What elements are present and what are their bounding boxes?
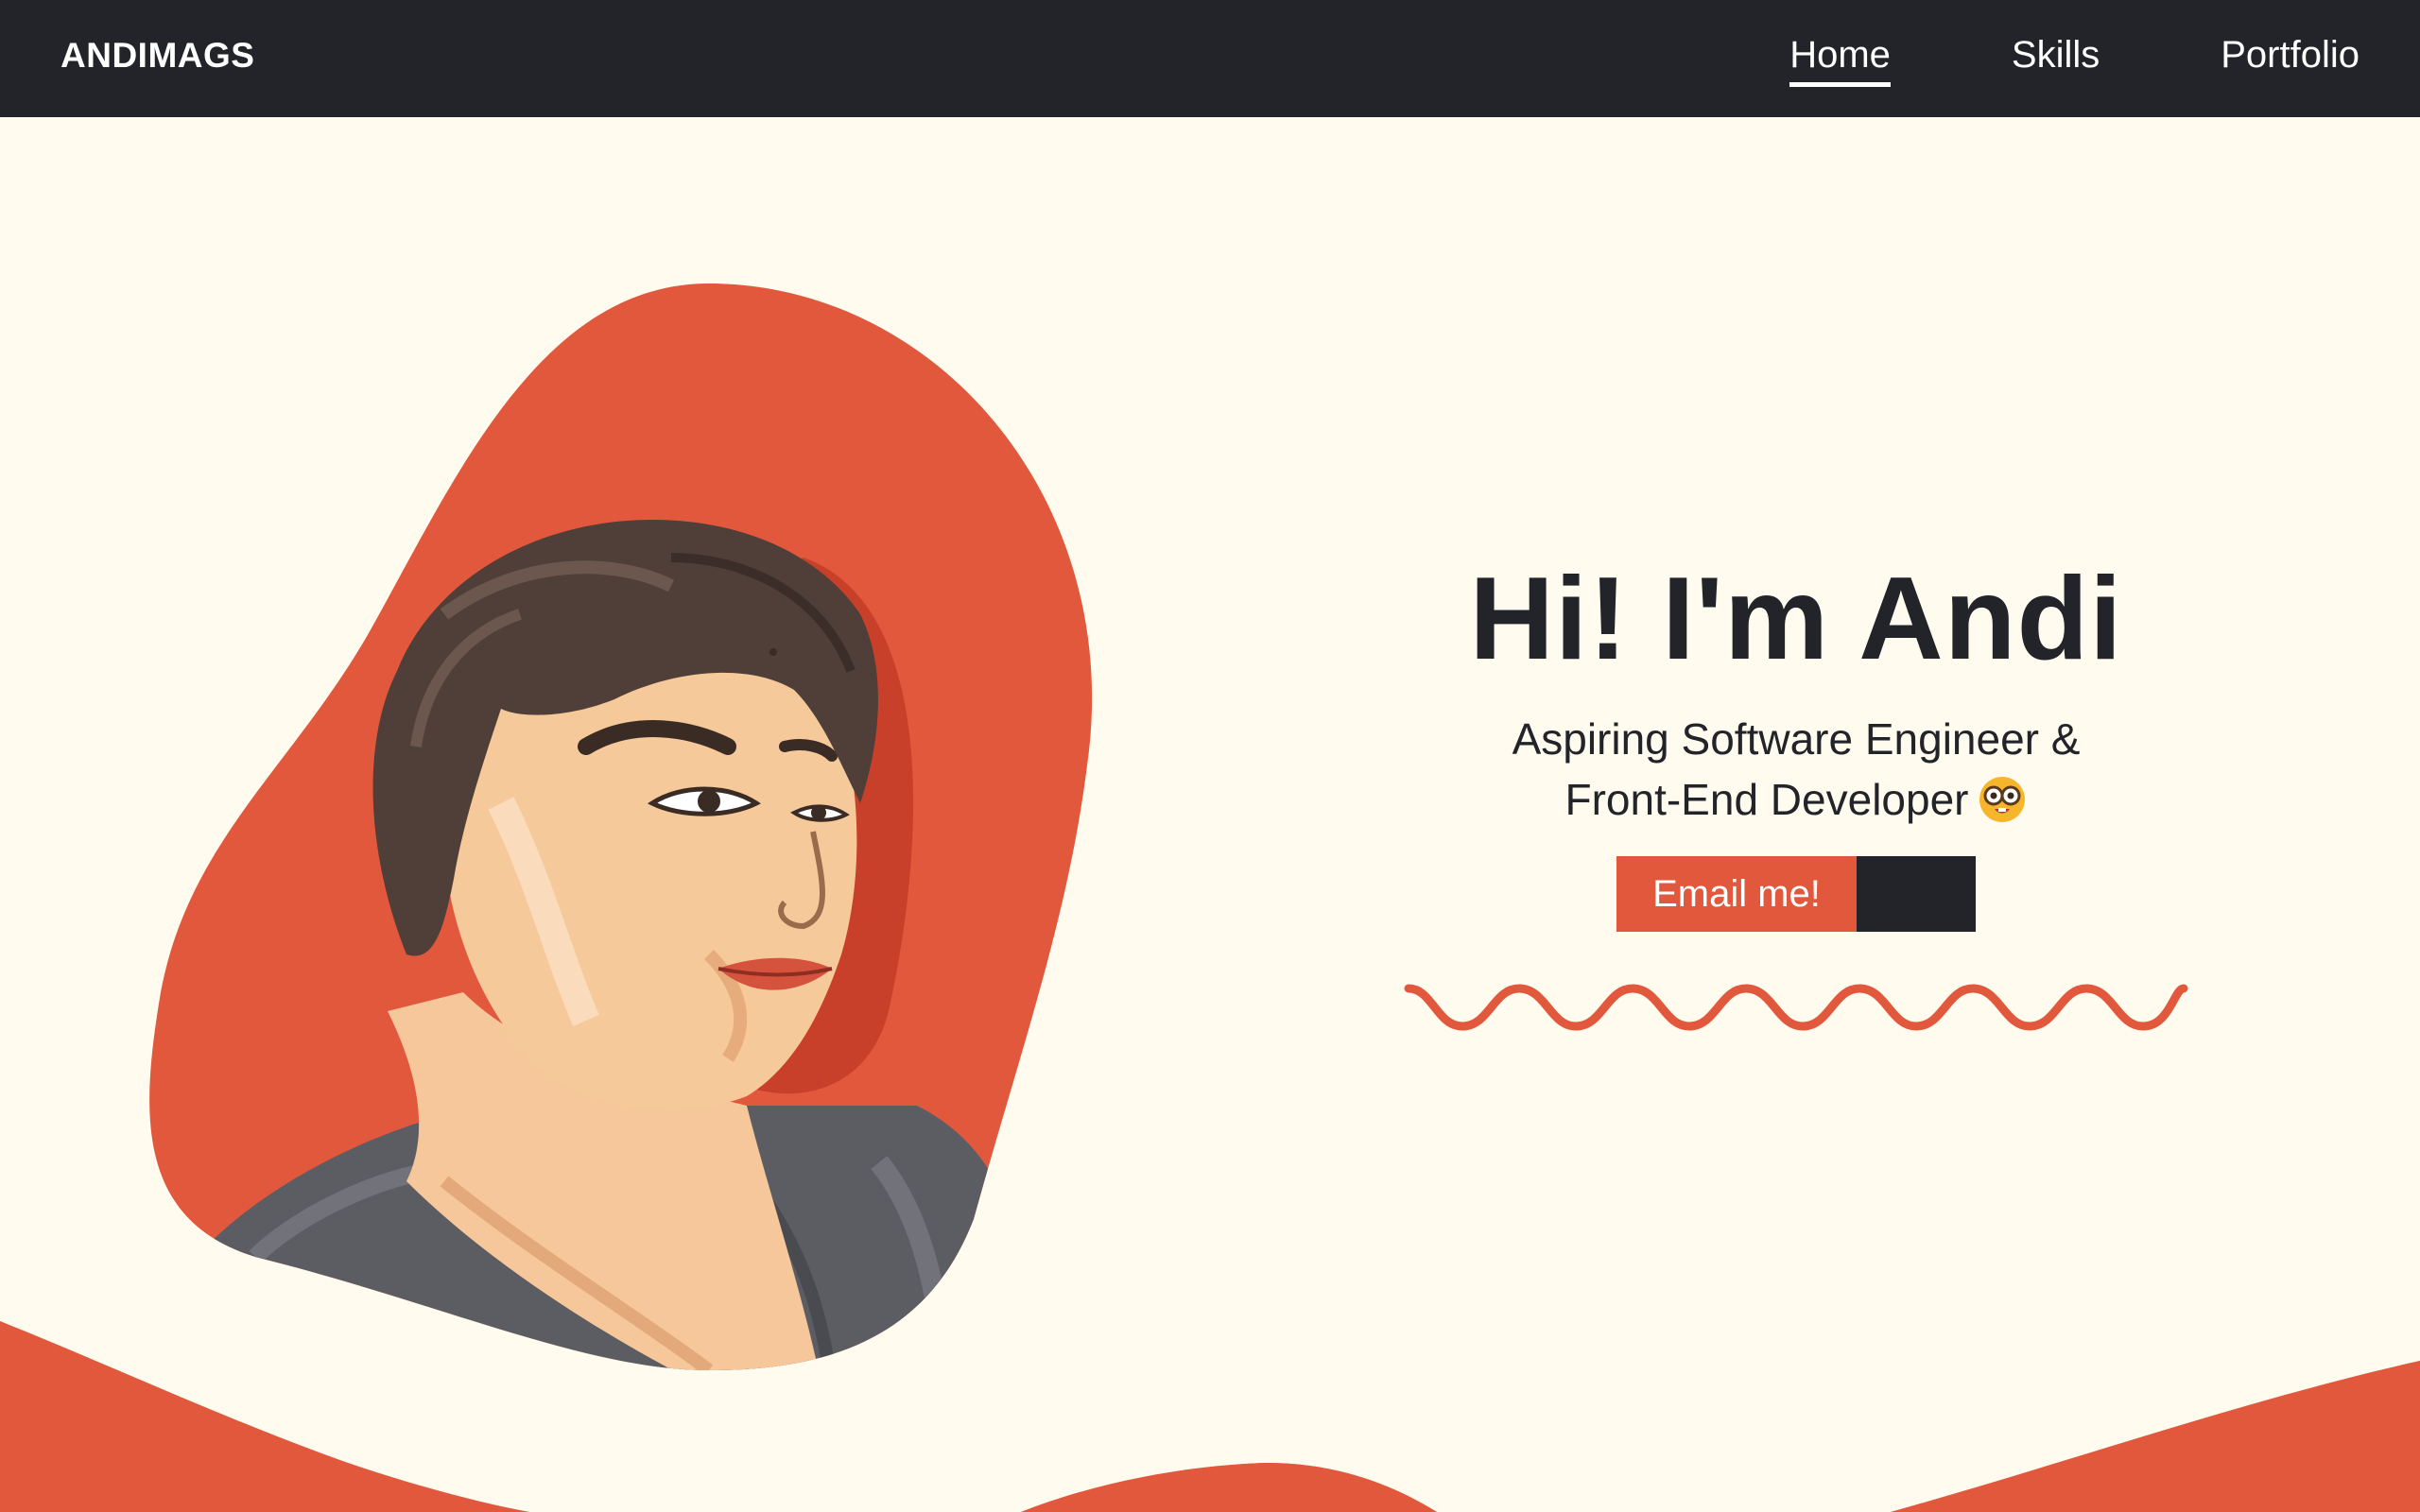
top-navbar: ANDIMAGS Home Skills Portfolio (0, 0, 2420, 117)
hero-subtitle: Aspiring Software Engineer & Front-End D… (1437, 709, 2155, 830)
hero-title: Hi! I'm Andi (1469, 554, 2123, 684)
nav-link-portfolio[interactable]: Portfolio (2221, 34, 2360, 87)
nerd-face-emoji-icon (1979, 777, 2026, 822)
squiggle-divider (1404, 984, 2188, 1031)
brand-logo[interactable]: ANDIMAGS (60, 36, 254, 76)
email-me-button[interactable]: Email me! (1616, 856, 1857, 932)
portrait-illustration (149, 284, 1093, 1370)
nav-link-home[interactable]: Home (1789, 34, 1891, 87)
nav-links: Home Skills Portfolio (1789, 34, 2360, 87)
nav-link-skills[interactable]: Skills (2012, 34, 2100, 87)
hero-subtitle-line2: Front-End Developer (1564, 775, 1969, 824)
hero-section: Hi! I'm Andi Aspiring Software Engineer … (1380, 548, 2212, 1036)
cta-dark-block (1857, 856, 1976, 932)
hero-subtitle-line1: Aspiring Software Engineer & (1512, 714, 2081, 764)
cta-group: Email me! (1616, 856, 1976, 932)
